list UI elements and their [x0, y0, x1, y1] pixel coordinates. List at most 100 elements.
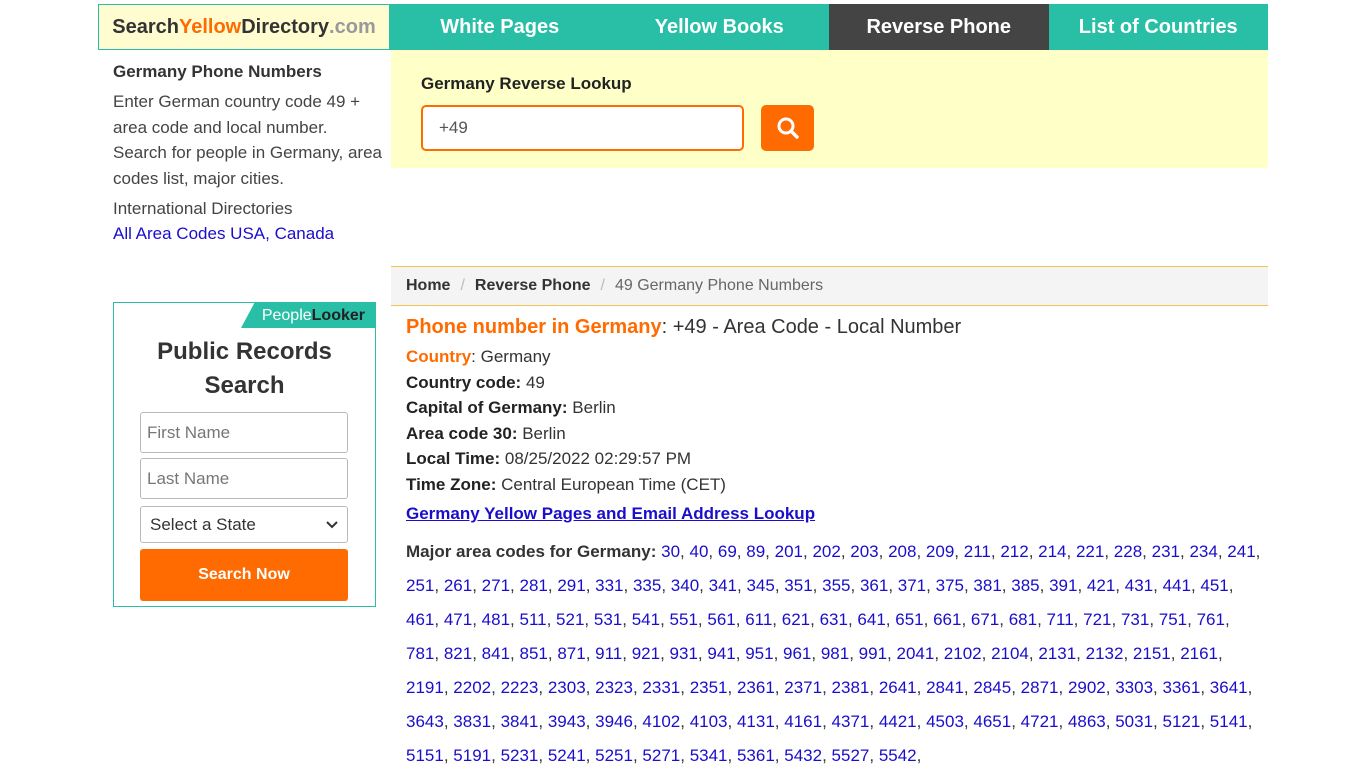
area-code-link[interactable]: 911 — [595, 644, 622, 663]
area-code-link[interactable]: 251 — [406, 576, 434, 595]
area-code-link[interactable]: 621 — [782, 610, 810, 629]
area-code-link[interactable]: 201 — [775, 542, 803, 561]
area-code-link[interactable]: 4371 — [832, 712, 870, 731]
area-code-link[interactable]: 3841 — [501, 712, 539, 731]
area-code-link[interactable]: 4421 — [879, 712, 917, 731]
area-code-link[interactable]: 234 — [1189, 542, 1217, 561]
area-code-link[interactable]: 2902 — [1068, 678, 1106, 697]
area-code-link[interactable]: 5341 — [690, 746, 728, 765]
phone-input[interactable]: +49 — [421, 105, 744, 151]
area-code-link[interactable]: 2351 — [690, 678, 728, 697]
area-code-link[interactable]: 5432 — [784, 746, 822, 765]
area-code-link[interactable]: 461 — [406, 610, 434, 629]
area-code-link[interactable]: 385 — [1011, 576, 1039, 595]
area-code-link[interactable]: 271 — [482, 576, 510, 595]
area-code-link[interactable]: 4103 — [690, 712, 728, 731]
area-code-link[interactable]: 511 — [519, 610, 546, 629]
area-code-link[interactable]: 521 — [556, 610, 584, 629]
area-code-link[interactable]: 2323 — [595, 678, 633, 697]
area-code-link[interactable]: 671 — [971, 610, 999, 629]
area-code-link[interactable]: 345 — [746, 576, 774, 595]
area-code-link[interactable]: 212 — [1000, 542, 1028, 561]
area-code-link[interactable]: 991 — [859, 644, 887, 663]
area-code-link[interactable]: 5361 — [737, 746, 775, 765]
breadcrumb-reverse-phone[interactable]: Reverse Phone — [475, 277, 591, 295]
area-codes-link[interactable]: All Area Codes USA, Canada — [113, 224, 334, 243]
area-code-link[interactable]: 261 — [444, 576, 472, 595]
area-code-link[interactable]: 2641 — [879, 678, 917, 697]
area-code-link[interactable]: 2303 — [548, 678, 586, 697]
area-code-link[interactable]: 3943 — [548, 712, 586, 731]
area-code-link[interactable]: 4503 — [926, 712, 964, 731]
area-code-link[interactable]: 4161 — [784, 712, 822, 731]
area-code-link[interactable]: 2102 — [944, 644, 982, 663]
area-code-link[interactable]: 241 — [1227, 542, 1255, 561]
area-code-link[interactable]: 941 — [707, 644, 735, 663]
area-code-link[interactable]: 5141 — [1210, 712, 1248, 731]
area-code-link[interactable]: 211 — [964, 542, 991, 561]
area-code-link[interactable]: 611 — [745, 610, 772, 629]
area-code-link[interactable]: 2871 — [1021, 678, 1059, 697]
area-code-link[interactable]: 209 — [926, 542, 954, 561]
area-code-link[interactable]: 761 — [1197, 610, 1225, 629]
area-code-link[interactable]: 651 — [895, 610, 923, 629]
area-code-link[interactable]: 5241 — [548, 746, 586, 765]
area-code-link[interactable]: 561 — [707, 610, 735, 629]
area-code-link[interactable]: 551 — [670, 610, 698, 629]
area-code-link[interactable]: 208 — [888, 542, 916, 561]
area-code-link[interactable]: 341 — [709, 576, 737, 595]
area-code-link[interactable]: 4721 — [1021, 712, 1059, 731]
area-code-link[interactable]: 5542 — [879, 746, 917, 765]
area-code-link[interactable]: 661 — [933, 610, 961, 629]
area-code-link[interactable]: 291 — [557, 576, 585, 595]
first-name-input[interactable]: First Name — [140, 412, 348, 453]
area-code-link[interactable]: 421 — [1087, 576, 1115, 595]
area-code-link[interactable]: 851 — [519, 644, 547, 663]
area-code-link[interactable]: 3831 — [453, 712, 491, 731]
area-code-link[interactable]: 4131 — [737, 712, 775, 731]
area-code-link[interactable]: 781 — [406, 644, 434, 663]
state-select[interactable]: Select a State — [140, 506, 348, 543]
area-code-link[interactable]: 331 — [595, 576, 623, 595]
nav-white-pages[interactable]: White Pages — [390, 4, 610, 50]
area-code-link[interactable]: 375 — [936, 576, 964, 595]
area-code-link[interactable]: 203 — [850, 542, 878, 561]
search-now-button[interactable]: Search Now — [140, 549, 348, 601]
area-code-link[interactable]: 2104 — [991, 644, 1029, 663]
area-code-link[interactable]: 2371 — [784, 678, 822, 697]
area-code-link[interactable]: 2361 — [737, 678, 775, 697]
area-code-link[interactable]: 841 — [482, 644, 510, 663]
area-code-link[interactable]: 89 — [746, 542, 765, 561]
area-code-link[interactable]: 3946 — [595, 712, 633, 731]
area-code-link[interactable]: 5191 — [453, 746, 491, 765]
area-code-link[interactable]: 2223 — [501, 678, 539, 697]
area-code-link[interactable]: 431 — [1125, 576, 1153, 595]
area-code-link[interactable]: 821 — [444, 644, 472, 663]
area-code-link[interactable]: 871 — [557, 644, 585, 663]
area-code-link[interactable]: 2381 — [832, 678, 870, 697]
area-code-link[interactable]: 221 — [1076, 542, 1104, 561]
area-code-link[interactable]: 5231 — [501, 746, 539, 765]
area-code-link[interactable]: 5031 — [1115, 712, 1153, 731]
area-code-link[interactable]: 355 — [822, 576, 850, 595]
area-code-link[interactable]: 371 — [898, 576, 926, 595]
area-code-link[interactable]: 5121 — [1163, 712, 1201, 731]
area-code-link[interactable]: 2202 — [453, 678, 491, 697]
area-code-link[interactable]: 3361 — [1163, 678, 1201, 697]
area-code-link[interactable]: 951 — [745, 644, 773, 663]
nav-reverse-phone[interactable]: Reverse Phone — [829, 4, 1049, 50]
breadcrumb-home[interactable]: Home — [406, 277, 450, 295]
area-code-link[interactable]: 69 — [718, 542, 737, 561]
area-code-link[interactable]: 335 — [633, 576, 661, 595]
area-code-link[interactable]: 3641 — [1210, 678, 1248, 697]
area-code-link[interactable]: 921 — [632, 644, 660, 663]
area-code-link[interactable]: 731 — [1121, 610, 1149, 629]
nav-yellow-books[interactable]: Yellow Books — [609, 4, 829, 50]
area-code-link[interactable]: 751 — [1159, 610, 1187, 629]
area-code-link[interactable]: 2845 — [973, 678, 1011, 697]
nav-list-of-countries[interactable]: List of Countries — [1048, 4, 1268, 50]
area-code-link[interactable]: 641 — [857, 610, 885, 629]
area-code-link[interactable]: 214 — [1038, 542, 1066, 561]
site-logo[interactable]: Search Yellow Directory .com — [98, 4, 390, 50]
area-code-link[interactable]: 2331 — [642, 678, 680, 697]
